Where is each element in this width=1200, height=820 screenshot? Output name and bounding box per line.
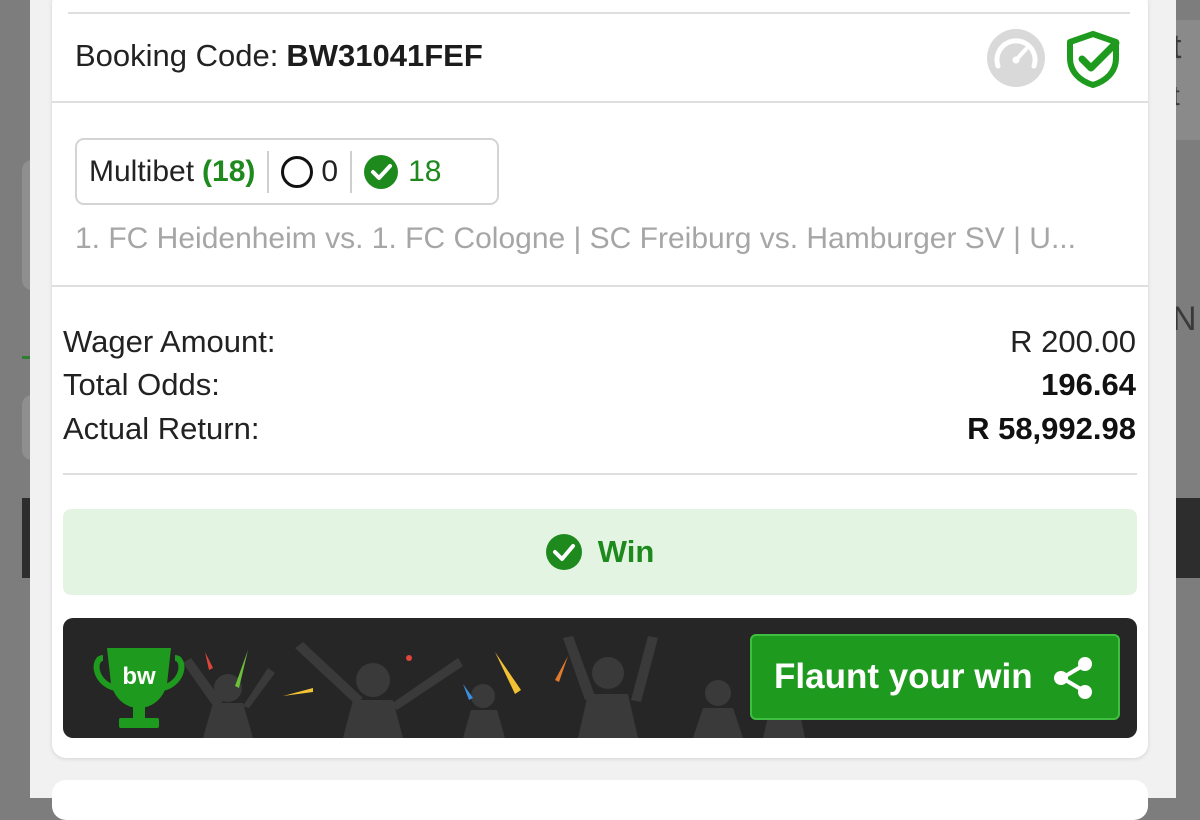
divider (52, 101, 1148, 103)
speedometer-icon[interactable] (986, 28, 1046, 88)
return-value: R 58,992.98 (967, 411, 1136, 446)
multibet-label-segment: Multibet (18) (77, 140, 267, 203)
multibet-chip[interactable]: Multibet (18) 0 18 (75, 138, 499, 205)
won-count: 18 (408, 154, 442, 188)
flaunt-your-win-button[interactable]: Flaunt your win (750, 634, 1120, 720)
divider (52, 285, 1148, 287)
check-circle-icon (545, 534, 582, 570)
booking-code-row: Booking Code: BW31041FEF (75, 38, 483, 74)
flaunt-button-label: Flaunt your win (774, 657, 1033, 696)
win-label: Win (597, 534, 655, 569)
next-bet-card (52, 780, 1148, 820)
share-icon (1054, 657, 1092, 699)
multibet-label: Multibet (89, 154, 195, 188)
won-selections-segment: 18 (352, 140, 453, 203)
shield-check-icon[interactable] (1064, 30, 1122, 88)
odds-label: Total Odds: (63, 367, 220, 402)
bw-logo-text: bw (122, 663, 156, 690)
open-selections-segment: 0 (269, 140, 350, 203)
odds-row: Total Odds: 196.64 (63, 367, 1136, 403)
matches-summary[interactable]: 1. FC Heidenheim vs. 1. FC Cologne | SC … (75, 222, 1135, 256)
divider (68, 12, 1130, 14)
wager-label: Wager Amount: (63, 324, 276, 359)
win-status-bar: Win (63, 509, 1137, 595)
wager-row: Wager Amount: R 200.00 (63, 324, 1136, 360)
return-label: Actual Return: (63, 411, 260, 446)
return-row: Actual Return: R 58,992.98 (63, 411, 1136, 447)
open-count: 0 (321, 154, 339, 188)
bw-trophy-logo: bw (93, 648, 185, 728)
wager-value: R 200.00 (1010, 324, 1136, 359)
booking-code-value[interactable]: BW31041FEF (286, 38, 482, 73)
divider (63, 473, 1137, 475)
odds-value: 196.64 (1041, 367, 1136, 402)
booking-code-label: Booking Code: (75, 38, 279, 73)
multibet-count: (18) (202, 154, 256, 188)
pending-circle-icon (281, 155, 314, 188)
check-circle-icon (364, 154, 399, 189)
flaunt-banner: bw Flaunt your win (63, 618, 1137, 738)
